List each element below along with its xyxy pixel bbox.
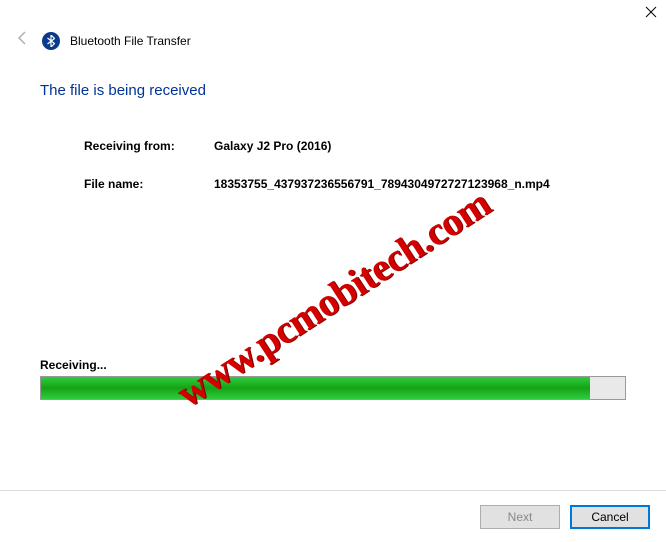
close-icon <box>645 6 657 18</box>
footer: Next Cancel <box>0 490 666 542</box>
progress-area: Receiving... <box>40 358 626 400</box>
wizard-header: Bluetooth File Transfer <box>14 30 652 51</box>
close-button[interactable] <box>642 3 660 21</box>
receiving-from-value: Galaxy J2 Pro (2016) <box>214 139 331 153</box>
file-name-label: File name: <box>84 177 214 191</box>
window-title: Bluetooth File Transfer <box>70 34 191 48</box>
bluetooth-transfer-window: Bluetooth File Transfer The file is bein… <box>0 0 666 542</box>
bluetooth-icon <box>42 32 60 50</box>
receiving-from-row: Receiving from: Galaxy J2 Pro (2016) <box>84 139 626 153</box>
file-name-value: 18353755_437937236556791_789430497272712… <box>214 177 550 191</box>
content-area: The file is being received Receiving fro… <box>40 82 626 215</box>
transfer-info: Receiving from: Galaxy J2 Pro (2016) Fil… <box>40 139 626 191</box>
file-name-row: File name: 18353755_437937236556791_7894… <box>84 177 626 191</box>
progress-bar <box>40 376 626 400</box>
page-headline: The file is being received <box>40 82 626 99</box>
next-button: Next <box>480 505 560 529</box>
back-arrow-icon <box>14 30 32 51</box>
progress-fill <box>41 377 590 399</box>
progress-label: Receiving... <box>40 358 626 372</box>
receiving-from-label: Receiving from: <box>84 139 214 153</box>
cancel-button[interactable]: Cancel <box>570 505 650 529</box>
